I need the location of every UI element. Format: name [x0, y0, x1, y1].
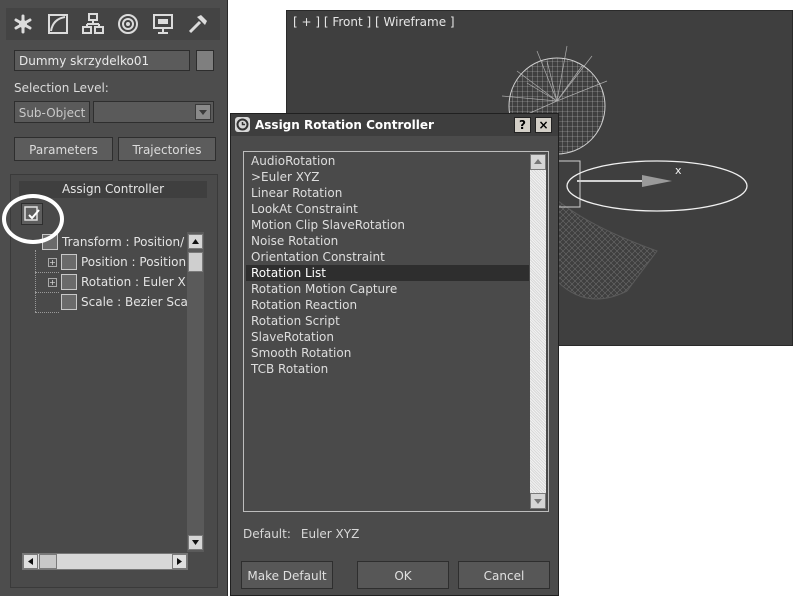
scroll-up-icon[interactable]	[530, 154, 546, 170]
dialog-title: Assign Rotation Controller	[255, 118, 434, 132]
help-button[interactable]: ?	[514, 117, 531, 133]
hierarchy-icon	[82, 13, 104, 34]
default-label: Default:	[243, 527, 291, 541]
assign-controller-icon	[24, 206, 40, 221]
list-item[interactable]: Rotation Reaction	[248, 297, 528, 313]
asterisk-icon	[14, 14, 32, 34]
close-button[interactable]: ×	[535, 117, 552, 133]
controller-listbox[interactable]: AudioRotation >Euler XYZ Linear Rotation…	[243, 151, 549, 512]
motion-icon	[118, 14, 138, 34]
tree-item-rotation[interactable]: Rotation : Euler X	[61, 273, 191, 291]
scroll-left-icon[interactable]	[23, 554, 38, 569]
hammer-icon	[188, 15, 207, 34]
command-panel: Dummy skrzydelko01 Selection Level: Sub-…	[0, 0, 228, 596]
tree-item-label: Scale : Bezier Sca	[81, 295, 188, 309]
tree-item-scale[interactable]: Scale : Bezier Sca	[61, 293, 191, 311]
tree-item-position[interactable]: Position : Position	[61, 253, 191, 271]
selection-level-label: Selection Level:	[14, 81, 109, 95]
dialog-title-bar[interactable]: Assign Rotation Controller ? ×	[231, 114, 558, 136]
command-panel-tabs	[6, 8, 220, 40]
cancel-button[interactable]: Cancel	[458, 561, 550, 589]
expand-icon[interactable]: +	[48, 258, 57, 267]
sub-object-dropdown[interactable]	[93, 101, 214, 123]
transform-icon	[42, 234, 58, 250]
list-vertical-scrollbar[interactable]	[530, 154, 546, 509]
list-item[interactable]: Motion Clip SlaveRotation	[248, 217, 528, 233]
assign-rotation-controller-dialog: Assign Rotation Controller ? × AudioRota…	[230, 113, 559, 596]
app-icon	[235, 117, 250, 132]
modify-tab[interactable]	[43, 10, 73, 38]
create-tab[interactable]	[8, 10, 38, 38]
list-item[interactable]: Rotation Script	[248, 313, 528, 329]
scale-icon	[61, 294, 77, 310]
make-default-button[interactable]: Make Default	[241, 561, 333, 589]
motion-tab[interactable]	[113, 10, 143, 38]
scroll-down-icon[interactable]	[188, 535, 203, 550]
hierarchy-tab[interactable]	[78, 10, 108, 38]
list-item[interactable]: Rotation Motion Capture	[248, 281, 528, 297]
ok-button[interactable]: OK	[357, 561, 449, 589]
list-item[interactable]: Orientation Constraint	[248, 249, 528, 265]
assign-controller-button[interactable]	[21, 203, 43, 225]
chevron-down-icon[interactable]	[195, 104, 211, 120]
tree-horizontal-scrollbar[interactable]	[22, 553, 188, 570]
position-icon	[61, 254, 77, 270]
sub-object-button[interactable]: Sub-Object	[14, 101, 90, 123]
display-tab[interactable]	[148, 10, 178, 38]
controller-tree[interactable]: Transform : Position/ + Position : Posit…	[18, 232, 205, 572]
tree-item-label: Rotation : Euler X	[81, 275, 186, 289]
list-item[interactable]: AudioRotation	[248, 153, 528, 169]
gizmo-axis-label: x	[675, 164, 682, 177]
list-item[interactable]: Smooth Rotation	[248, 345, 528, 361]
expand-icon[interactable]: +	[48, 278, 57, 287]
tree-item-label: Transform : Position/	[62, 235, 185, 249]
scroll-thumb[interactable]	[39, 554, 57, 569]
trajectories-button[interactable]: Trajectories	[118, 137, 216, 161]
list-item[interactable]: Noise Rotation	[248, 233, 528, 249]
tree-item-label: Position : Position	[81, 255, 187, 269]
scroll-down-icon[interactable]	[530, 493, 546, 509]
list-item[interactable]: TCB Rotation	[248, 361, 528, 377]
parameters-button[interactable]: Parameters	[14, 137, 113, 161]
display-icon	[153, 14, 173, 34]
tree-vertical-scrollbar[interactable]	[187, 232, 204, 552]
list-item[interactable]: SlaveRotation	[248, 329, 528, 345]
list-item[interactable]: Linear Rotation	[248, 185, 528, 201]
scroll-thumb[interactable]	[188, 252, 203, 272]
object-color-swatch[interactable]	[196, 50, 214, 71]
tree-item-transform[interactable]: Transform : Position/	[42, 233, 192, 251]
list-item-selected[interactable]: Rotation List	[246, 265, 529, 281]
curve-icon	[48, 14, 68, 34]
default-value: Euler XYZ	[300, 527, 360, 541]
default-controller: Default: Euler XYZ	[243, 527, 359, 541]
rotation-icon	[61, 274, 77, 290]
scroll-up-icon[interactable]	[188, 234, 203, 249]
list-item[interactable]: LookAt Constraint	[248, 201, 528, 217]
scroll-right-icon[interactable]	[172, 554, 187, 569]
utilities-tab[interactable]	[183, 10, 213, 38]
rollout-title[interactable]: Assign Controller	[19, 181, 207, 198]
list-item[interactable]: >Euler XYZ	[248, 169, 528, 185]
object-name-field[interactable]: Dummy skrzydelko01	[14, 50, 190, 71]
